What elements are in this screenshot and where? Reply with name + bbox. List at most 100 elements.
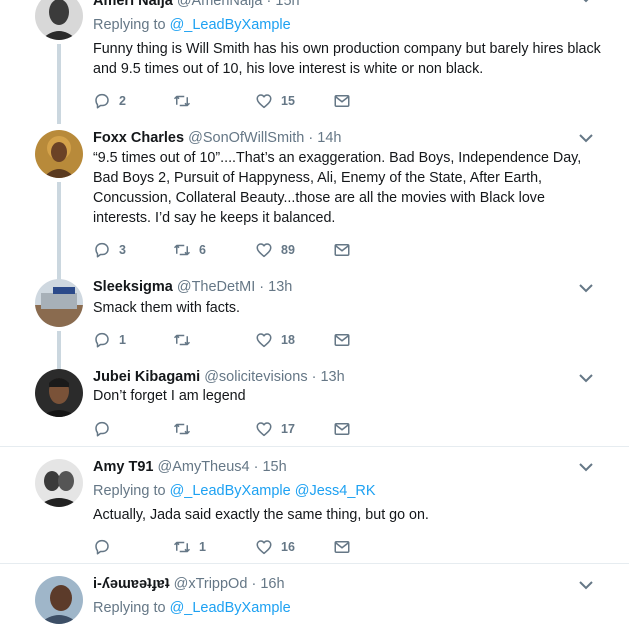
display-name[interactable]: Foxx Charles [93, 130, 184, 146]
tweet-text: Actually, Jada said exactly the same thi… [93, 507, 429, 523]
timestamp[interactable]: 16h [260, 576, 284, 592]
user-handle[interactable]: @SonOfWillSmith [188, 130, 304, 146]
tweet-ameri-naija[interactable]: Ameri Naija @AmeriNaija · 15h Replying t… [0, 0, 629, 124]
like-count: 18 [281, 333, 295, 347]
display-name[interactable]: Sleeksigma [93, 279, 173, 295]
tweet-text: Smack them with facts. [93, 300, 240, 316]
retweet-icon [173, 95, 191, 107]
retweet-button[interactable]: 6 [173, 240, 206, 260]
replying-label: Replying to [93, 17, 166, 33]
heart-icon [256, 333, 272, 348]
timestamp[interactable]: 13h [320, 369, 344, 385]
reply-button[interactable]: 3 [93, 240, 126, 260]
timestamp[interactable]: 14h [317, 130, 341, 146]
reply-icon [95, 539, 109, 555]
reply-count: 2 [119, 94, 126, 108]
like-button[interactable]: 15 [255, 91, 295, 111]
tweet-sleeksigma[interactable]: Sleeksigma @TheDetMI · 13h Smack them wi… [0, 270, 629, 369]
thread-line [57, 182, 61, 282]
message-button[interactable] [333, 330, 351, 350]
retweet-icon [173, 244, 191, 256]
reply-icon [95, 93, 109, 109]
separator-dot: · [259, 279, 265, 295]
envelope-icon [334, 334, 350, 346]
tweet-jubei-kibagami[interactable]: Jubei Kibagami @solicitevisions · 13h Do… [0, 360, 629, 446]
like-button[interactable]: 18 [255, 330, 295, 350]
replying-to: Replying to @_LeadByXample [93, 599, 291, 617]
tweet-header: Foxx Charles @SonOfWillSmith · 14h [93, 129, 341, 147]
reply-button[interactable] [93, 537, 119, 557]
avatar[interactable] [35, 0, 83, 40]
replying-to: Replying to @_LeadByXample [93, 16, 291, 34]
reply-icon [95, 421, 109, 437]
mention-link[interactable]: @_LeadByXample [170, 17, 291, 33]
timestamp[interactable]: 15h [275, 0, 299, 9]
like-button[interactable]: 16 [255, 537, 295, 557]
like-count: 17 [281, 422, 295, 436]
retweet-count: 1 [199, 540, 206, 554]
separator-dot: · [253, 459, 259, 475]
reply-button[interactable]: 2 [93, 91, 126, 111]
chevron-down-icon[interactable] [578, 283, 594, 293]
mention-link[interactable]: @_LeadByXample [170, 600, 291, 616]
avatar[interactable] [35, 279, 83, 327]
display-name[interactable]: Jubei Kibagami [93, 369, 200, 385]
tweet-header: Amy T91 @AmyTheus4 · 15h [93, 458, 287, 476]
retweet-icon [173, 541, 191, 553]
chevron-down-icon[interactable] [578, 462, 594, 472]
reply-count: 1 [119, 333, 126, 347]
tweet-xtrippod[interactable]: i-ʎǝɯɐǝʇɟɐʇ @xTrippOd · 16h Replying to … [0, 564, 629, 630]
like-button[interactable]: 17 [255, 419, 295, 439]
retweet-button[interactable] [173, 330, 199, 350]
tweet-text: “9.5 times out of 10”....That’s an exagg… [93, 150, 582, 226]
reply-button[interactable] [93, 419, 119, 439]
display-name[interactable]: Amy T91 [93, 459, 153, 475]
replying-to: Replying to @_LeadByXample @Jess4_RK [93, 482, 376, 500]
chevron-down-icon[interactable] [578, 0, 594, 3]
separator-dot: · [251, 576, 257, 592]
like-button[interactable]: 89 [255, 240, 295, 260]
message-button[interactable] [333, 419, 351, 439]
tweet-foxx-charles[interactable]: Foxx Charles @SonOfWillSmith · 14h “9.5 … [0, 120, 629, 282]
user-handle[interactable]: @xTrippOd [174, 576, 248, 592]
like-count: 15 [281, 94, 295, 108]
tweet-amy-t91[interactable]: Amy T91 @AmyTheus4 · 15h Replying to @_L… [0, 447, 629, 563]
retweet-button[interactable]: 1 [173, 537, 206, 557]
heart-icon [256, 243, 272, 258]
heart-icon [256, 540, 272, 555]
separator-dot: · [311, 369, 317, 385]
retweet-icon [173, 334, 191, 346]
message-button[interactable] [333, 537, 351, 557]
display-name[interactable]: Ameri Naija [93, 0, 173, 9]
separator-dot: · [266, 0, 272, 9]
heart-icon [256, 94, 272, 109]
envelope-icon [334, 541, 350, 553]
user-handle[interactable]: @solicitevisions [204, 369, 307, 385]
user-handle[interactable]: @AmyTheus4 [157, 459, 249, 475]
timestamp[interactable]: 15h [262, 459, 286, 475]
reply-button[interactable]: 1 [93, 330, 126, 350]
retweet-count: 6 [199, 243, 206, 257]
user-handle[interactable]: @TheDetMI [177, 279, 255, 295]
display-name[interactable]: i-ʎǝɯɐǝʇɟɐʇ [93, 576, 170, 592]
avatar[interactable] [35, 576, 83, 624]
chevron-down-icon[interactable] [578, 580, 594, 590]
timestamp[interactable]: 13h [268, 279, 292, 295]
message-button[interactable] [333, 240, 351, 260]
avatar[interactable] [35, 459, 83, 507]
thread-line [57, 44, 61, 124]
mention-link[interactable]: @Jess4_RK [295, 483, 376, 499]
tweet-actions: 17 [93, 419, 363, 439]
tweet-actions: 3 6 89 [93, 240, 363, 260]
retweet-button[interactable] [173, 91, 199, 111]
chevron-down-icon[interactable] [578, 133, 594, 143]
tweet-header: i-ʎǝɯɐǝʇɟɐʇ @xTrippOd · 16h [93, 575, 285, 593]
tweet-actions: 2 15 [93, 91, 363, 111]
mention-link[interactable]: @_LeadByXample [170, 483, 291, 499]
message-button[interactable] [333, 91, 351, 111]
chevron-down-icon[interactable] [578, 373, 594, 383]
avatar[interactable] [35, 130, 83, 178]
user-handle[interactable]: @AmeriNaija [177, 0, 263, 9]
retweet-button[interactable] [173, 419, 199, 439]
avatar[interactable] [35, 369, 83, 417]
